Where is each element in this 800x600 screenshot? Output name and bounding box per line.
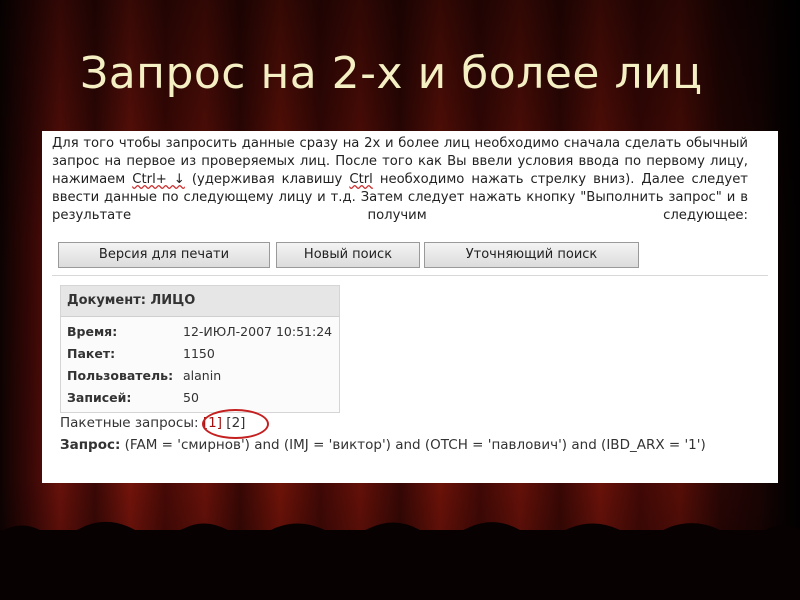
doc-value: 50 [183, 390, 199, 405]
doc-value: 12-ИЮЛ-2007 10:51:24 [183, 324, 333, 339]
doc-value: alanin [183, 368, 222, 383]
query-text: (FAM = 'смирнов') and (IMJ = 'виктор') a… [120, 437, 706, 453]
doc-value: 1150 [183, 346, 215, 361]
doc-key: Пакет: [67, 346, 116, 361]
instructions-part2: (удерживая клавишу [184, 172, 350, 187]
query-line: Запрос: (FAM = 'смирнов') and (IMJ = 'ви… [60, 437, 706, 453]
hotkey-ctrl-down: Ctrl+ ↓ [132, 172, 185, 187]
document-heading: Документ: ЛИЦО [61, 286, 339, 317]
divider [52, 275, 768, 276]
doc-key: Пользователь: [67, 368, 174, 383]
batch-label: Пакетные запросы: [60, 415, 199, 431]
doc-key: Время: [67, 324, 118, 339]
doc-row-time: Время: 12-ИЮЛ-2007 10:51:24 [67, 322, 332, 342]
doc-row-records: Записей: 50 [67, 388, 199, 408]
new-search-button[interactable]: Новый поиск [276, 242, 420, 268]
instructions-text: Для того чтобы запросить данные сразу на… [52, 135, 748, 225]
doc-row-user: Пользователь: alanin [67, 366, 221, 386]
doc-row-batch: Пакет: 1150 [67, 344, 215, 364]
slide-title: Запрос на 2-х и более лиц [80, 48, 703, 99]
document-info-box: Документ: ЛИЦО Время: 12-ИЮЛ-2007 10:51:2… [60, 285, 340, 413]
highlight-circle [202, 409, 269, 439]
print-version-button[interactable]: Версия для печати [58, 242, 270, 268]
valance-edge [0, 521, 800, 550]
screenshot-panel: Для того чтобы запросить данные сразу на… [42, 131, 778, 483]
hotkey-ctrl: Ctrl [349, 172, 373, 187]
query-label: Запрос: [60, 437, 121, 453]
doc-key: Записей: [67, 390, 132, 405]
refine-search-button[interactable]: Уточняющий поиск [424, 242, 639, 268]
curtain-valance [0, 521, 800, 600]
